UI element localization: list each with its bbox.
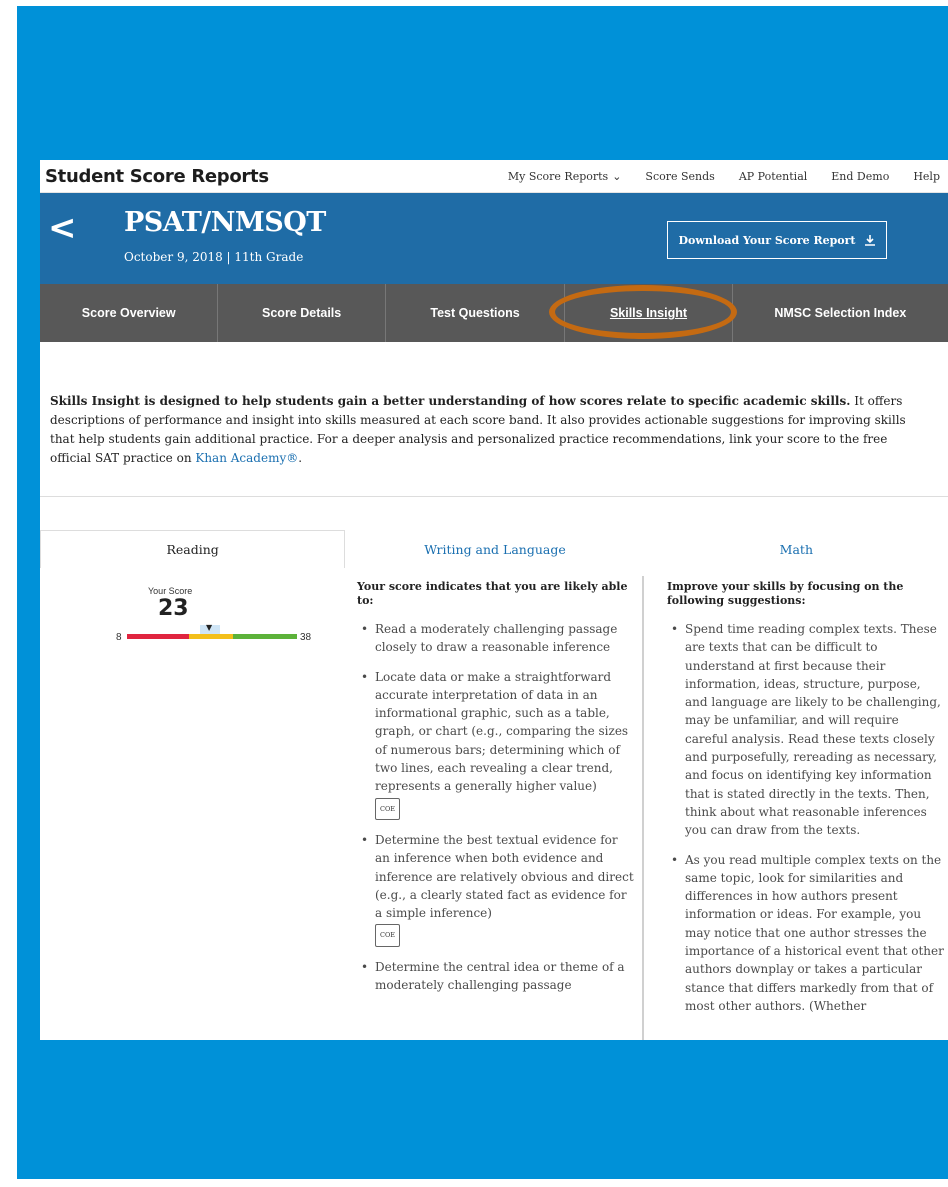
tab-nmsc-selection-index[interactable]: NMSC Selection Index — [733, 284, 948, 342]
bullet-icon: • — [671, 622, 679, 636]
score-bar-green — [233, 634, 297, 639]
tab-test-questions-label: Test Questions — [430, 306, 520, 320]
bullet-icon: • — [361, 959, 369, 974]
tab-score-overview[interactable]: Score Overview — [40, 284, 219, 342]
tab-test-questions[interactable]: Test Questions — [386, 284, 566, 342]
top-bar: Student Score Reports My Score Reports ⌄ … — [40, 160, 948, 193]
nav-my-score-reports-label: My Score Reports — [507, 169, 609, 183]
skills-insight-intro: Skills Insight is designed to help stude… — [40, 342, 948, 514]
nav-my-score-reports[interactable]: My Score Reports ⌄ — [508, 170, 622, 183]
score-indicator: Your Score 23 ▼ 8 38 — [80, 586, 312, 646]
list-item: • Determine the best textual evidence for… — [345, 831, 635, 947]
list-item-text: Determine the best textual evidence for … — [375, 832, 634, 921]
suggestions-column: Improve your skills by focusing on the f… — [655, 580, 945, 1040]
score-min: 8 — [116, 632, 122, 643]
intro-end: . — [298, 451, 303, 465]
list-item-text: Determine the central idea or theme of a… — [375, 959, 625, 993]
list-item: • Spend time reading complex texts. These… — [655, 620, 945, 840]
chevron-left-icon[interactable]: < — [48, 211, 77, 245]
list-item: • Determine the central idea or theme of … — [345, 958, 635, 995]
list-item-text: Spend time reading complex texts. These … — [685, 622, 941, 838]
bullet-icon: • — [671, 852, 679, 867]
intro-bold: Skills Insight is designed to help stude… — [50, 394, 851, 408]
score-marker-icon: ▼ — [206, 623, 213, 632]
likely-heading: Your score indicates that you are likely… — [357, 580, 628, 607]
bullet-icon: • — [361, 622, 369, 636]
report-header: < PSAT/NMSQT October 9, 2018 | 11th Grad… — [40, 193, 948, 284]
tab-reading[interactable]: Reading — [40, 530, 346, 568]
download-icon — [864, 235, 875, 246]
score-range-bar — [127, 634, 297, 639]
tab-math[interactable]: Math — [645, 530, 948, 568]
coe-badge[interactable]: COE — [375, 924, 401, 947]
likely-able-column: Your score indicates that you are likely… — [345, 580, 635, 1040]
list-item: • Locate data or make a straightforward a… — [345, 668, 635, 820]
score-bar-red — [127, 634, 189, 639]
score-label: Your Score — [148, 586, 193, 596]
page-title: PSAT/NMSQT — [124, 207, 326, 238]
coe-badge[interactable]: COE — [375, 797, 401, 820]
nav-end-demo[interactable]: End Demo — [831, 170, 889, 183]
test-date-grade: October 9, 2018 | 11th Grade — [124, 250, 304, 264]
tab-writing-and-language[interactable]: Writing and Language — [345, 530, 644, 568]
list-item: • As you read multiple complex texts on t… — [655, 851, 945, 1016]
download-report-button[interactable]: Download Your Score Report — [667, 221, 887, 259]
tab-nmsc-selection-index-label: NMSC Selection Index — [774, 306, 907, 320]
list-item: • Read a moderately challenging passage c… — [345, 620, 635, 657]
tab-score-overview-label: Score Overview — [81, 306, 176, 320]
score-report-screenshot: Student Score Reports My Score Reports ⌄ … — [40, 160, 948, 1040]
app-title: Student Score Reports — [45, 165, 269, 187]
bullet-icon: • — [361, 832, 369, 847]
khan-academy-link[interactable]: Khan Academy® — [195, 451, 298, 465]
column-divider — [642, 576, 644, 1040]
list-item-text: As you read multiple complex texts on th… — [685, 852, 944, 1013]
subject-tabs: Reading Writing and Language Math — [40, 530, 948, 568]
nav-help[interactable]: Help — [913, 170, 940, 183]
tab-score-details[interactable]: Score Details — [218, 284, 386, 342]
report-tabs: Score Overview Score Details Test Questi… — [40, 284, 948, 342]
chevron-down-icon: ⌄ — [612, 169, 622, 183]
nav-ap-potential[interactable]: AP Potential — [739, 170, 807, 183]
download-report-label: Download Your Score Report — [678, 233, 856, 247]
suggestions-heading: Improve your skills by focusing on the f… — [667, 580, 904, 607]
tab-score-details-label: Score Details — [262, 306, 342, 320]
list-item-text: Locate data or make a straightforward ac… — [375, 669, 629, 794]
bullet-icon: • — [361, 669, 369, 684]
score-max: 38 — [300, 632, 312, 643]
tab-skills-insight[interactable]: Skills Insight — [549, 284, 738, 342]
likely-list: • Read a moderately challenging passage c… — [345, 620, 635, 994]
tab-skills-insight-label: Skills Insight — [609, 306, 688, 320]
score-value: 23 — [158, 596, 189, 621]
top-nav: My Score Reports ⌄ Score Sends AP Potenti… — [508, 170, 940, 183]
score-bar-yellow — [189, 634, 233, 639]
list-item-text: Read a moderately challenging passage cl… — [375, 622, 618, 655]
suggestions-list: • Spend time reading complex texts. These… — [655, 620, 945, 1015]
section-divider — [40, 496, 948, 497]
nav-score-sends[interactable]: Score Sends — [645, 170, 714, 183]
